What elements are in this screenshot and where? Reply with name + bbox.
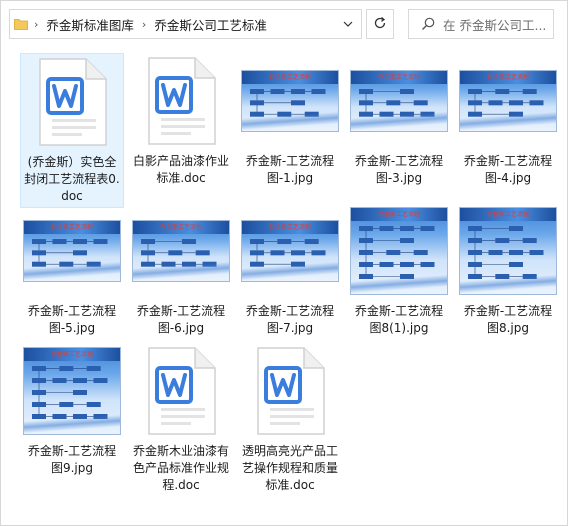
image-thumbnail: 乔金斯工艺流程 [347,203,451,299]
flowchart-preview: 乔金斯工艺流程 [459,207,557,295]
doc-file-4[interactable]: 透明高亮光产品工艺操作规程和质量标准.doc [238,343,342,498]
thumbnail-title: 乔金斯工艺流程 [50,351,93,358]
file-name-label: 乔金斯-工艺流程图-5.jpg [27,304,117,335]
search-placeholder: 在 乔金斯公司工... [443,17,547,33]
word-doc-icon [129,343,233,439]
word-doc-icon [21,54,123,150]
thumbnail-title: 乔金斯工艺流程 [159,224,202,231]
file-name-label: 乔金斯-工艺流程图-6.jpg [136,304,226,335]
file-name-label: 乔金斯-工艺流程图8.jpg [463,304,553,335]
thumbnail-title: 乔金斯工艺流程 [486,74,529,81]
search-icon [421,17,435,31]
thumbnail-title: 乔金斯工艺流程 [50,224,93,231]
flowchart-preview: 乔金斯工艺流程 [23,347,121,435]
breadcrumb-item[interactable]: 乔金斯公司工艺标准 [154,15,267,34]
refresh-button[interactable] [366,9,394,39]
refresh-icon [373,16,387,33]
image-thumbnail: 乔金斯工艺流程 [456,203,560,299]
jpg-file-4[interactable]: 乔金斯工艺流程乔金斯-工艺流程图-4.jpg [456,53,560,208]
doc-file-3[interactable]: 乔金斯木业油漆有色产品标准作业规程.doc [129,343,233,498]
breadcrumb-chevron-icon[interactable]: › [142,18,146,31]
flowchart-preview: 乔金斯工艺流程 [241,220,339,282]
flowchart-preview: 乔金斯工艺流程 [23,220,121,282]
jpg-file-3[interactable]: 乔金斯工艺流程乔金斯-工艺流程图-3.jpg [347,53,451,208]
doc-file-2[interactable]: 白影产品油漆作业标准.doc [129,53,233,208]
thumbnail-title: 乔金斯工艺流程 [268,74,311,81]
thumbnail-title: 乔金斯工艺流程 [268,224,311,231]
breadcrumb-chevron-icon[interactable]: › [34,18,38,31]
word-doc-icon [129,53,233,149]
doc-file-1[interactable]: (乔金斯）实色全封闭工艺流程表0.doc [20,53,124,208]
file-name-label: 乔金斯木业油漆有色产品标准作业规程.doc [132,444,229,492]
flowchart-preview: 乔金斯工艺流程 [132,220,230,282]
jpg-file-5[interactable]: 乔金斯工艺流程 乔金斯-工艺流程图-5.jpg [20,203,124,358]
explorer-window: › 乔金斯标准图库 › 乔金斯公司工艺标准 在 乔金斯公司工... (乔金斯）实… [0,0,568,526]
jpg-file-8[interactable]: 乔金斯工艺流程乔金斯-工艺流程图8.jpg [456,203,560,358]
search-input[interactable]: 在 乔金斯公司工... [408,9,554,39]
jpg-file-1[interactable]: 乔金斯工艺流程乔金斯-工艺流程图-1.jpg [238,53,342,208]
file-name-label: 乔金斯-工艺流程图-4.jpg [463,154,553,185]
flowchart-preview: 乔金斯工艺流程 [459,70,557,132]
word-doc-icon [238,343,342,439]
image-thumbnail: 乔金斯工艺流程 [347,53,451,149]
jpg-file-7[interactable]: 乔金斯工艺流程乔金斯-工艺流程图-7.jpg [238,203,342,358]
image-thumbnail: 乔金斯工艺流程 [238,53,342,149]
jpg-file-8-1[interactable]: 乔金斯工艺流程乔金斯-工艺流程图8(1).jpg [347,203,451,358]
file-name-label: 乔金斯-工艺流程图-3.jpg [354,154,444,185]
file-name-label: 乔金斯-工艺流程图-1.jpg [245,154,335,185]
jpg-file-9[interactable]: 乔金斯工艺流程乔金斯-工艺流程图9.jpg [20,343,124,498]
file-name-label: 白影产品油漆作业标准.doc [132,154,229,185]
image-thumbnail: 乔金斯工艺流程 [20,203,124,299]
jpg-file-6[interactable]: 乔金斯工艺流程乔金斯-工艺流程图-6.jpg [129,203,233,358]
file-grid: (乔金斯）实色全封闭工艺流程表0.doc 白影产品油漆作业标准.doc 乔金斯工艺流… [2,47,568,525]
file-name-label: (乔金斯）实色全封闭工艺流程表0.doc [24,155,120,203]
thumbnail-title: 乔金斯工艺流程 [377,74,420,81]
flowchart-preview: 乔金斯工艺流程 [350,70,448,132]
chevron-down-icon[interactable] [343,18,353,32]
thumbnail-title: 乔金斯工艺流程 [486,211,529,218]
image-thumbnail: 乔金斯工艺流程 [456,53,560,149]
file-name-label: 乔金斯-工艺流程图-7.jpg [245,304,335,335]
address-bar[interactable]: › 乔金斯标准图库 › 乔金斯公司工艺标准 [9,9,362,39]
flowchart-preview: 乔金斯工艺流程 [350,207,448,295]
image-thumbnail: 乔金斯工艺流程 [129,203,233,299]
thumbnail-title: 乔金斯工艺流程 [377,211,420,218]
folder-icon [14,18,28,30]
image-thumbnail: 乔金斯工艺流程 [238,203,342,299]
file-name-label: 透明高亮光产品工艺操作规程和质量标准.doc [241,444,338,492]
file-name-label: 乔金斯-工艺流程图9.jpg [27,444,117,475]
flowchart-preview: 乔金斯工艺流程 [241,70,339,132]
breadcrumb-item[interactable]: 乔金斯标准图库 [46,15,134,34]
image-thumbnail: 乔金斯工艺流程 [20,343,124,439]
file-name-label: 乔金斯-工艺流程图8(1).jpg [354,304,444,335]
